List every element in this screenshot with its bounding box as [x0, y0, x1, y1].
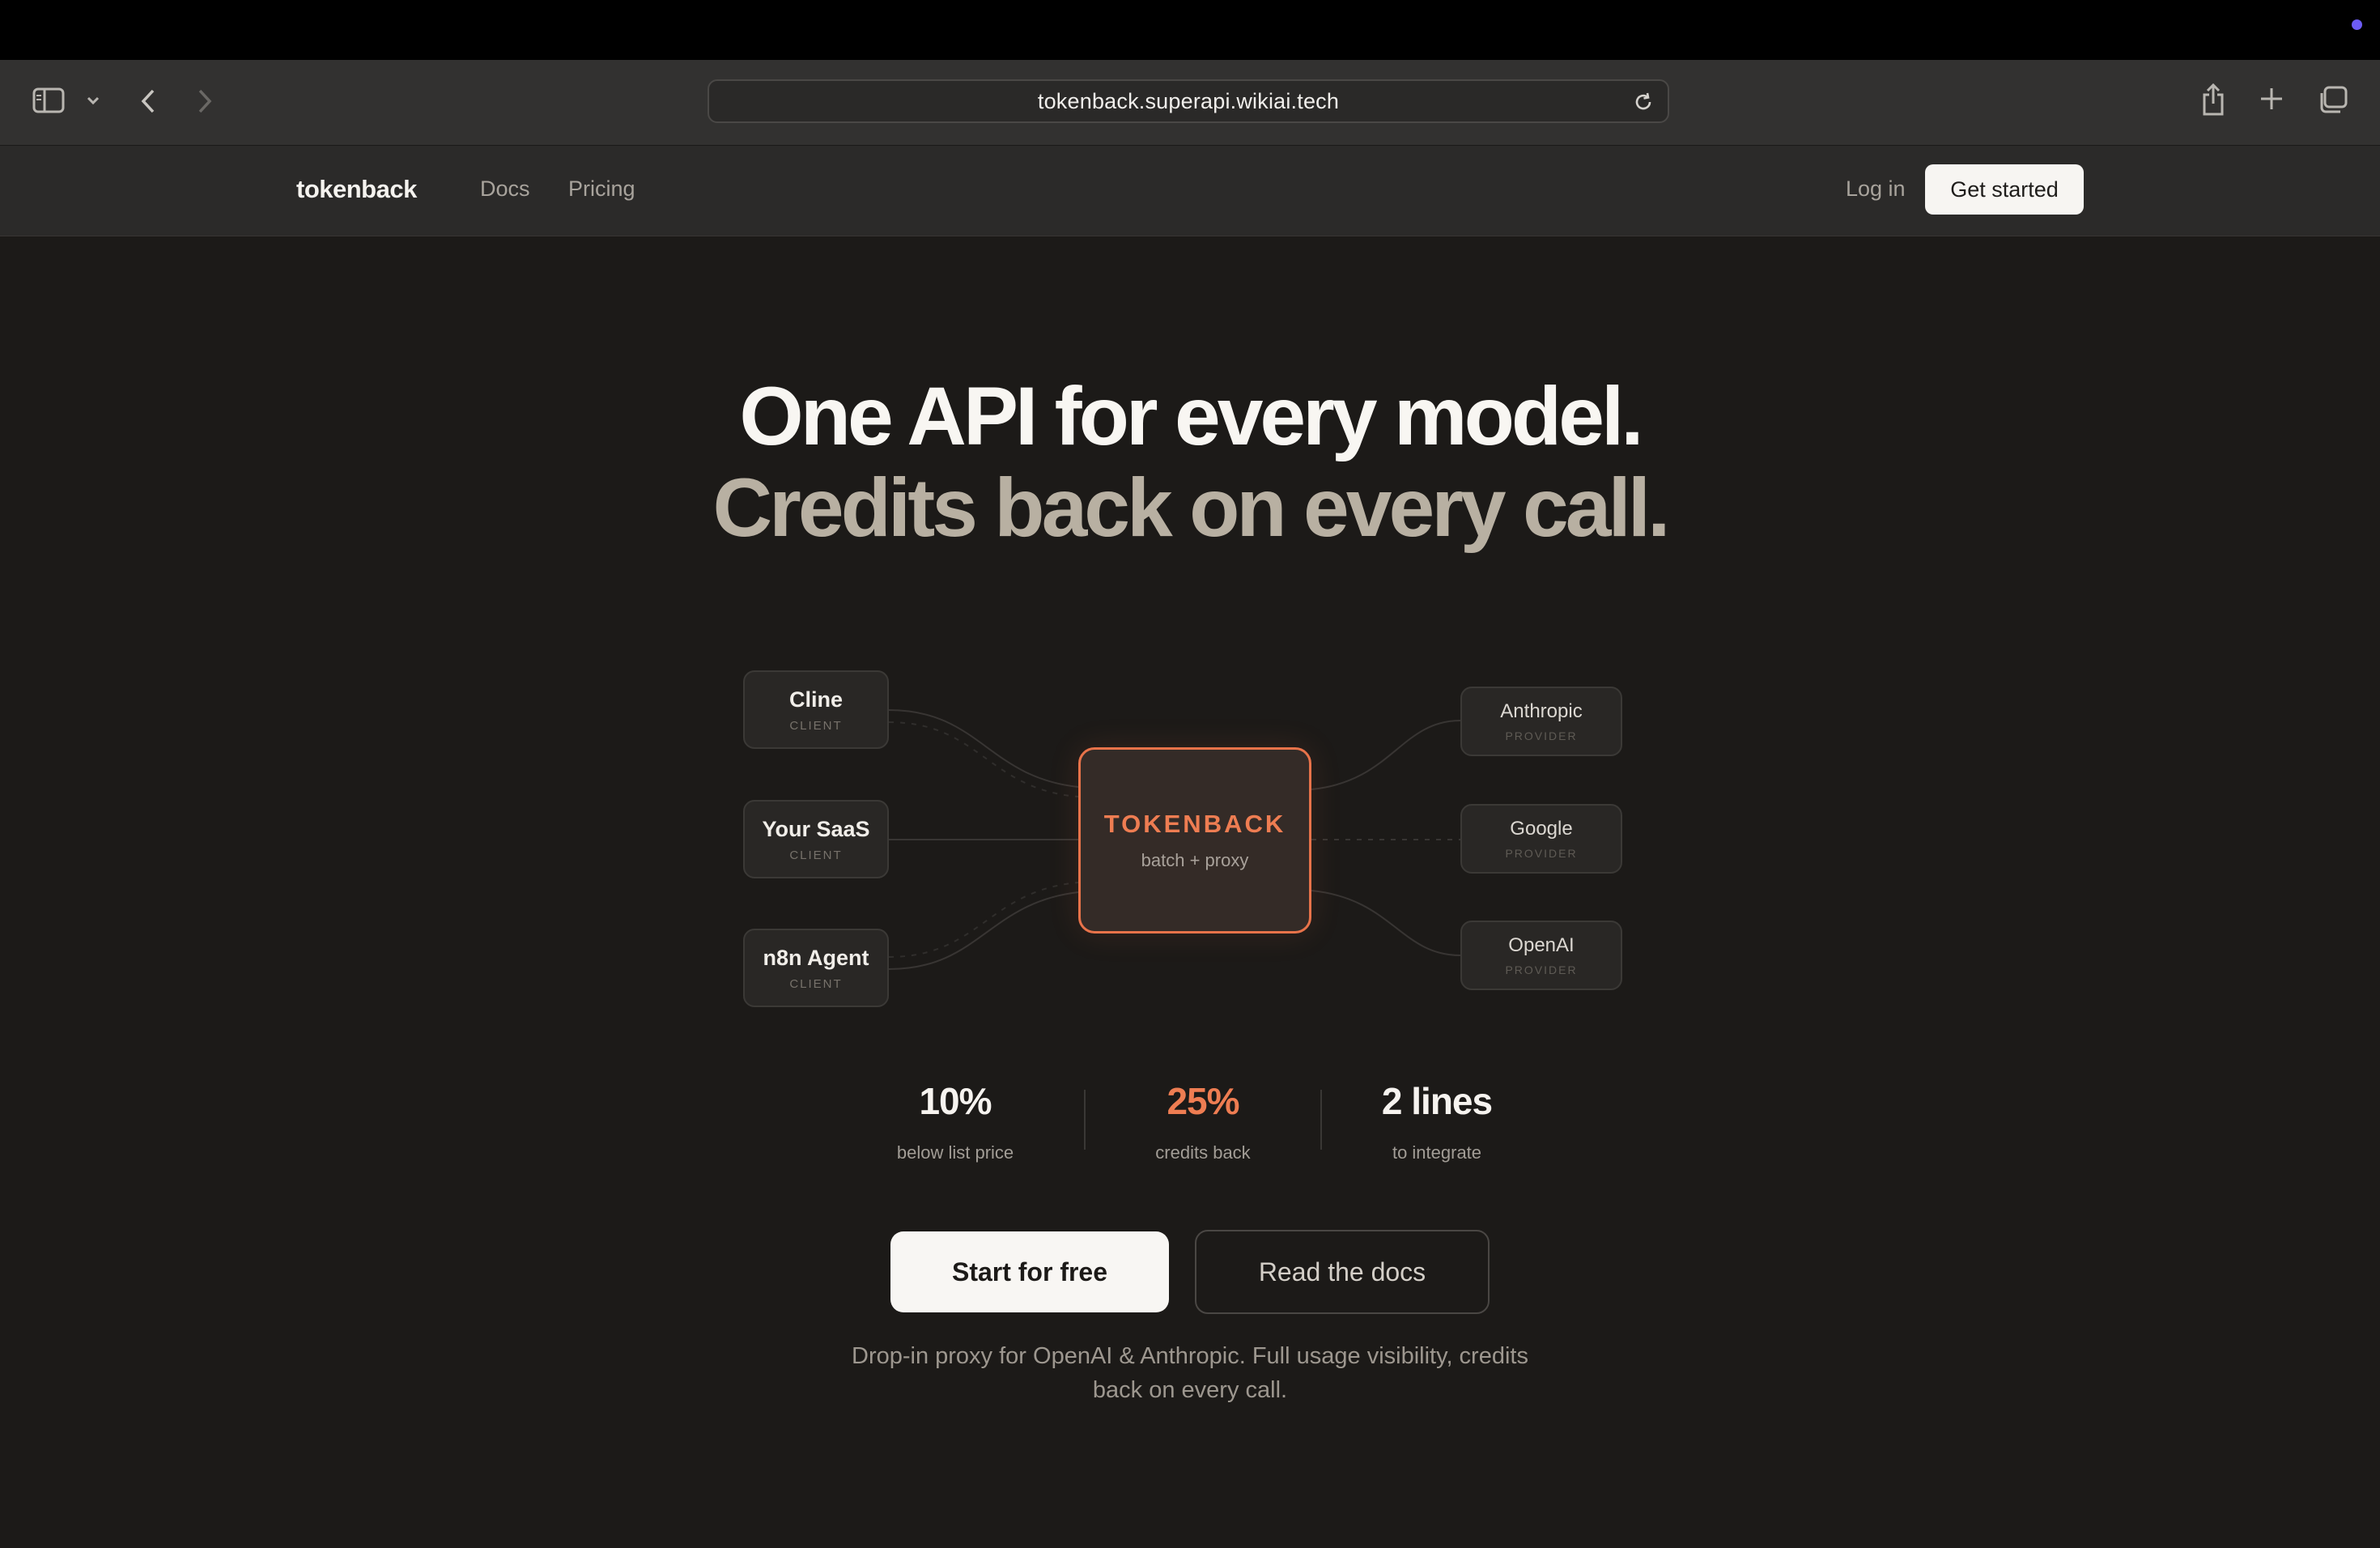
provider-node-openai: OpenAI PROVIDER	[1460, 921, 1622, 990]
connector-n8n	[888, 891, 1079, 970]
stat-price: 10% below list price	[850, 1079, 1060, 1163]
architecture-diagram: Cline CLIENT Your SaaS CLIENT n8n Agent …	[0, 0, 2380, 1548]
connector-cline	[888, 709, 1079, 788]
stat-divider	[1320, 1090, 1322, 1150]
client-node-your-saas: Your SaaS CLIENT	[743, 800, 889, 878]
node-tag: PROVIDER	[1505, 729, 1578, 742]
hub-title: TOKENBACK	[1103, 810, 1286, 838]
node-title: Google	[1510, 818, 1573, 840]
stat-value: 25%	[1167, 1080, 1239, 1122]
hero-tagline: Drop-in proxy for OpenAI & Anthropic. Fu…	[852, 1343, 1528, 1403]
hub-subtitle: batch + proxy	[1141, 850, 1249, 870]
read-the-docs-button[interactable]: Read the docs	[1195, 1230, 1490, 1314]
node-tag: CLIENT	[789, 848, 843, 862]
node-title: n8n Agent	[763, 945, 869, 970]
node-title: OpenAI	[1508, 934, 1575, 956]
node-tag: CLIENT	[789, 718, 843, 733]
node-tag: PROVIDER	[1505, 963, 1578, 976]
connector-anthropic	[1311, 720, 1461, 790]
stat-divider	[1084, 1090, 1086, 1150]
node-title: Your SaaS	[762, 816, 870, 841]
stat-credits: 25% credits back	[1098, 1079, 1308, 1163]
client-node-n8n-agent: n8n Agent CLIENT	[743, 929, 889, 1007]
node-title: Cline	[788, 687, 843, 712]
stat-value: 2 lines	[1381, 1080, 1493, 1122]
node-tag: CLIENT	[789, 976, 843, 991]
tokenback-hub-node: TOKENBACK batch + proxy	[1078, 747, 1311, 933]
stat-value: 10%	[919, 1080, 992, 1122]
provider-node-anthropic: Anthropic PROVIDER	[1460, 687, 1622, 756]
stat-integrate: 2 lines to integrate	[1332, 1079, 1542, 1163]
node-title: Anthropic	[1500, 700, 1583, 722]
connector-openai	[1311, 890, 1461, 956]
client-node-cline: Cline CLIENT	[743, 670, 889, 749]
start-for-free-button[interactable]: Start for free	[890, 1231, 1169, 1312]
stat-label: credits back	[1155, 1142, 1251, 1163]
stat-label: to integrate	[1392, 1142, 1482, 1163]
provider-node-google: Google PROVIDER	[1460, 804, 1622, 874]
stat-label: below list price	[896, 1142, 1014, 1163]
node-tag: PROVIDER	[1505, 847, 1578, 860]
